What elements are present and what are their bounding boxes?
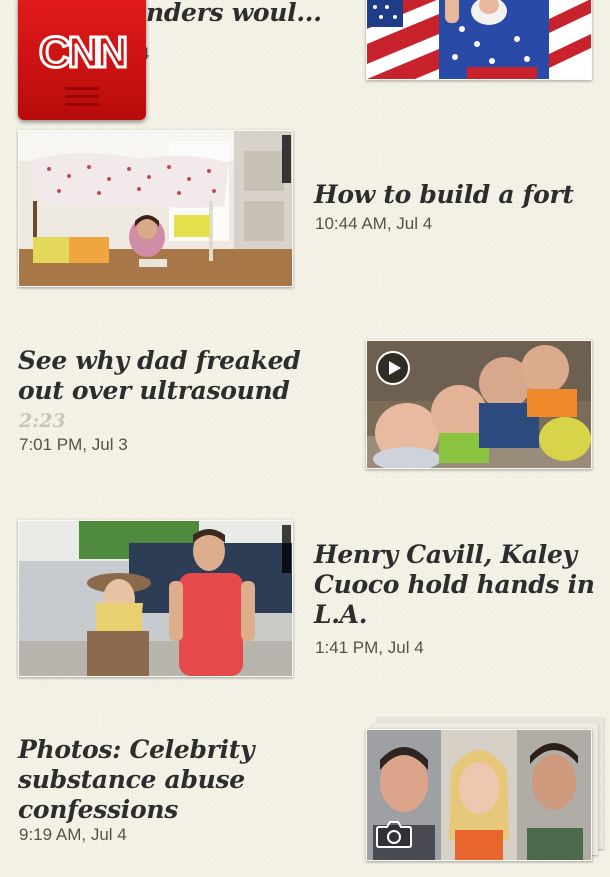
story-thumbnail[interactable] bbox=[366, 340, 592, 469]
photo-credit bbox=[282, 135, 291, 183]
story-thumbnail[interactable] bbox=[18, 520, 293, 677]
story-thumbnail[interactable] bbox=[366, 0, 592, 80]
story-item[interactable]: Henry Cavill, Kaley Cuoco hold hands in … bbox=[0, 518, 610, 683]
video-duration: 2:23 bbox=[19, 410, 66, 432]
story-item[interactable]: How to build a fort 10:44 AM, Jul 4 bbox=[0, 128, 610, 293]
story-timestamp: 10:44 AM, Jul 4 bbox=[315, 214, 433, 233]
headline-line: confessions bbox=[18, 795, 179, 824]
headline-line: L.A. bbox=[314, 600, 368, 629]
story-item[interactable]: Photos: Celebrity substance abuse confes… bbox=[0, 715, 610, 877]
story-item[interactable]: See why dad freaked out over ultrasound … bbox=[0, 338, 610, 478]
story-timestamp: 7:01 PM, Jul 3 bbox=[19, 435, 128, 454]
story-timestamp: 1:41 PM, Jul 4 bbox=[315, 638, 424, 657]
story-timestamp: 9:19 AM, Jul 4 bbox=[19, 825, 127, 844]
story-thumbnail[interactable] bbox=[18, 130, 293, 287]
story-thumbnail[interactable] bbox=[366, 729, 592, 861]
photo-credit bbox=[282, 525, 291, 573]
story-headline: Photos: Celebrity substance abuse confes… bbox=[18, 735, 255, 825]
headline-line: Henry Cavill, Kaley bbox=[314, 540, 577, 569]
headline-line: out over ultrasound bbox=[18, 376, 290, 405]
headline-line: Cuoco hold hands in bbox=[314, 570, 595, 599]
headline-line: substance abuse bbox=[18, 765, 245, 794]
story-headline: Henry Cavill, Kaley Cuoco hold hands in … bbox=[314, 540, 595, 630]
cnn-logo-menu-button[interactable]: CNN bbox=[18, 0, 146, 120]
headline-line: Photos: Celebrity bbox=[18, 735, 255, 764]
story-headline: nders woul... bbox=[146, 0, 322, 27]
story-headline: See why dad freaked out over ultrasound bbox=[18, 346, 301, 406]
story-headline: How to build a fort bbox=[314, 180, 574, 209]
cnn-logo-text: CNN bbox=[39, 28, 126, 77]
menu-icon bbox=[65, 87, 99, 111]
headline-line: See why dad freaked bbox=[18, 346, 301, 375]
camera-icon bbox=[376, 821, 412, 848]
play-icon bbox=[376, 351, 410, 385]
